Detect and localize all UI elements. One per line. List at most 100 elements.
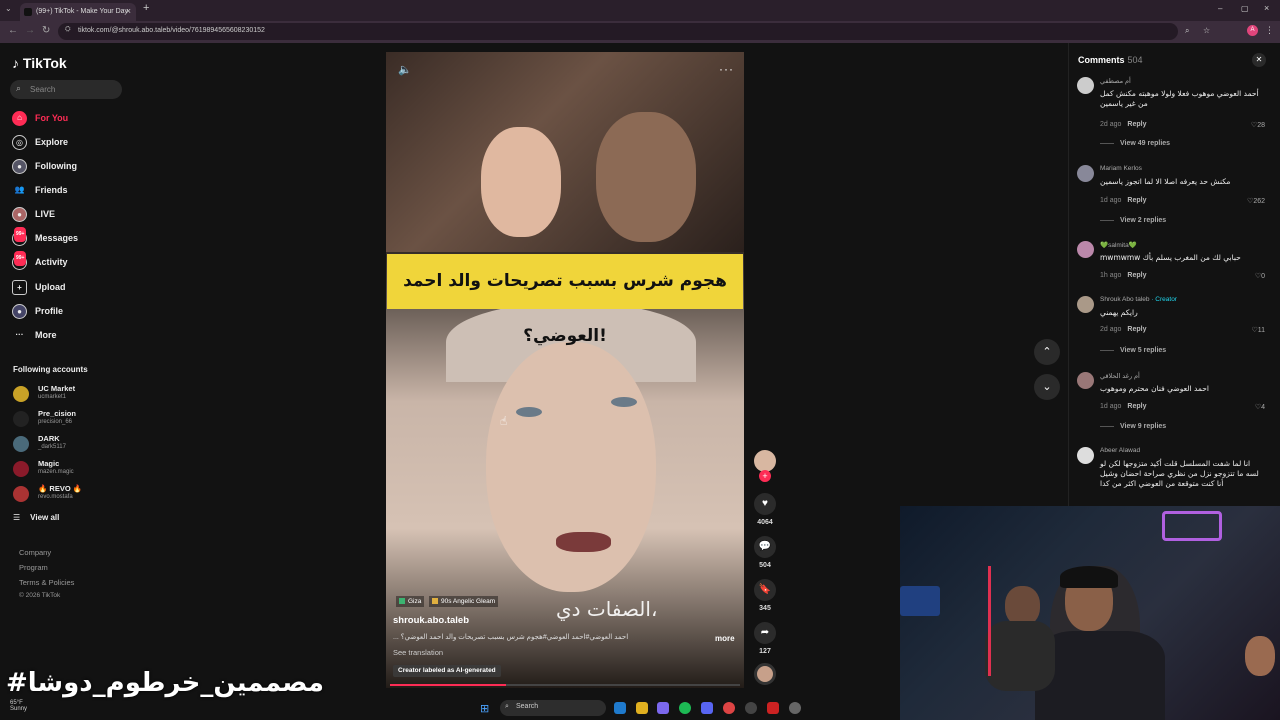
discord-icon[interactable] (701, 702, 713, 714)
nav-friends[interactable]: 👥 Friends (12, 183, 68, 197)
adobe-icon[interactable] (767, 702, 779, 714)
view-replies-button[interactable]: View 2 replies (1100, 217, 1166, 224)
footer-program-link[interactable]: Program (19, 563, 48, 572)
chrome-icon[interactable] (723, 702, 735, 714)
like-action[interactable]: ♥ 4064 (754, 493, 776, 526)
share-action[interactable]: ➦ 127 (754, 622, 776, 655)
forward-icon[interactable]: → (25, 25, 35, 36)
monitor (900, 586, 940, 616)
description-more-button[interactable]: more (715, 634, 735, 643)
bookmark-icon[interactable]: 🔖 (754, 579, 776, 601)
comment-action[interactable]: 💬 504 (754, 536, 776, 569)
reply-button[interactable]: Reply (1127, 121, 1146, 128)
comment-likes[interactable]: ♡0 (1255, 272, 1265, 280)
previous-video-button[interactable]: ⌃ (1034, 339, 1060, 365)
nav-explore[interactable]: ◎ Explore (12, 135, 68, 150)
next-video-button[interactable]: ⌄ (1034, 374, 1060, 400)
copilot-icon[interactable] (657, 702, 669, 714)
profile-avatar[interactable]: A (1247, 25, 1258, 36)
close-comments-icon[interactable]: ✕ (1252, 53, 1266, 67)
comment-likes[interactable]: ♡11 (1251, 326, 1265, 334)
close-tab-icon[interactable]: × (126, 6, 131, 16)
nav-activity[interactable]: ♡99+ Activity (12, 251, 68, 270)
see-translation-link[interactable]: See translation (393, 648, 443, 657)
file-explorer-icon[interactable] (636, 702, 648, 714)
nav-upload[interactable]: + Upload (12, 280, 66, 295)
comment-user[interactable]: Abeer Alawad (1100, 447, 1140, 454)
zoom-icon[interactable]: ⌕ (1185, 26, 1189, 36)
settings-gear-icon[interactable] (789, 702, 801, 714)
follow-plus-button[interactable]: + (759, 470, 771, 482)
nav-profile[interactable]: ● Profile (12, 304, 63, 319)
comment-text: رايكم يهمني (1100, 308, 1138, 317)
app-icon[interactable] (745, 702, 757, 714)
site-info-icon[interactable]: ⛭ (65, 26, 71, 34)
browser-tab[interactable]: (99+) TikTok - Make Your Day × (20, 3, 136, 21)
view-replies-button[interactable]: View 9 replies (1100, 423, 1166, 430)
url-field[interactable]: ⛭ tiktok.com/@shrouk.abo.taleb/video/761… (58, 23, 1178, 40)
save-action[interactable]: 🔖 345 (754, 579, 776, 612)
bookmark-star-icon[interactable]: ☆ (1203, 26, 1210, 35)
comment-user[interactable]: Shrouk Abo taleb · Creator (1100, 296, 1177, 303)
reply-button[interactable]: Reply (1127, 197, 1146, 204)
nav-label: More (35, 329, 57, 340)
footer-terms-link[interactable]: Terms & Policies (19, 578, 74, 587)
avatar[interactable] (1077, 165, 1094, 182)
reply-button[interactable]: Reply (1127, 326, 1146, 333)
tab-list-icon[interactable]: ⌄ (5, 4, 12, 13)
comment-likes[interactable]: ♡28 (1251, 121, 1265, 129)
weather-widget[interactable]: 65°F Sunny (10, 700, 27, 712)
account-name: DARK (38, 434, 60, 443)
windows-start-icon[interactable]: ⊞ (480, 702, 489, 715)
avatar[interactable] (1077, 447, 1094, 464)
view-replies-button[interactable]: View 49 replies (1100, 140, 1170, 147)
video-author[interactable]: shrouk.abo.taleb (393, 615, 469, 626)
list-icon: ☰ (13, 513, 21, 522)
footer-company-link[interactable]: Company (19, 548, 51, 557)
reply-button[interactable]: Reply (1127, 403, 1146, 410)
share-icon[interactable]: ➦ (754, 622, 776, 644)
spotify-icon[interactable] (679, 702, 691, 714)
reload-icon[interactable]: ↻ (42, 25, 50, 36)
effect-tag[interactable]: 90s Angelic Gleam (429, 596, 499, 607)
close-window-button[interactable]: × (1264, 3, 1269, 13)
tab-title: (99+) TikTok - Make Your Day (36, 8, 129, 15)
view-all-link[interactable]: ☰ View all (13, 513, 59, 522)
nav-live[interactable]: ● LIVE (12, 207, 55, 222)
creator-avatar[interactable] (754, 450, 776, 472)
new-tab-button[interactable]: + (143, 2, 149, 14)
reply-button[interactable]: Reply (1127, 272, 1146, 279)
video-more-options-icon[interactable]: ··· (719, 62, 734, 76)
location-tag[interactable]: Giza (396, 596, 425, 607)
tiktok-logo[interactable]: ♪ TikTok (12, 55, 67, 71)
edge-icon[interactable] (614, 702, 626, 714)
avatar[interactable] (1077, 372, 1094, 389)
avatar[interactable] (1077, 77, 1094, 94)
comment-user[interactable]: أم مصطفي (1100, 77, 1131, 85)
volume-icon[interactable]: 🔈 (398, 63, 412, 76)
search-icon: ⌕ (16, 83, 22, 93)
comment-icon[interactable]: 💬 (754, 536, 776, 558)
search-input[interactable]: ⌕ Search (10, 80, 122, 99)
video-player[interactable]: الصفات دي، (386, 52, 744, 688)
music-disc-icon[interactable] (754, 663, 776, 685)
taskbar-search[interactable]: ⌕ Search (500, 700, 606, 716)
comment-likes[interactable]: ♡262 (1247, 197, 1265, 205)
nav-more[interactable]: ··· More (12, 328, 57, 342)
compass-icon: ◎ (12, 135, 27, 150)
avatar[interactable] (1077, 296, 1094, 313)
view-replies-button[interactable]: View 5 replies (1100, 347, 1166, 354)
minimize-button[interactable]: – (1218, 4, 1222, 13)
nav-following[interactable]: ● Following (12, 159, 77, 174)
back-icon[interactable]: ← (8, 25, 18, 36)
comment-user[interactable]: أم رغد الحلاقي (1100, 372, 1140, 380)
heart-icon[interactable]: ♥ (754, 493, 776, 515)
comment-user[interactable]: 💚salmita💚 (1100, 241, 1137, 249)
comment-likes[interactable]: ♡4 (1255, 403, 1265, 411)
browser-menu-icon[interactable]: ⋮ (1265, 25, 1274, 36)
nav-messages[interactable]: ✉99+ Messages (12, 227, 78, 246)
comment-user[interactable]: Mariam Kerlos (1100, 165, 1142, 172)
maximize-button[interactable]: ▢ (1241, 4, 1249, 13)
nav-for-you[interactable]: ⌂ For You (12, 111, 68, 126)
avatar[interactable] (1077, 241, 1094, 258)
